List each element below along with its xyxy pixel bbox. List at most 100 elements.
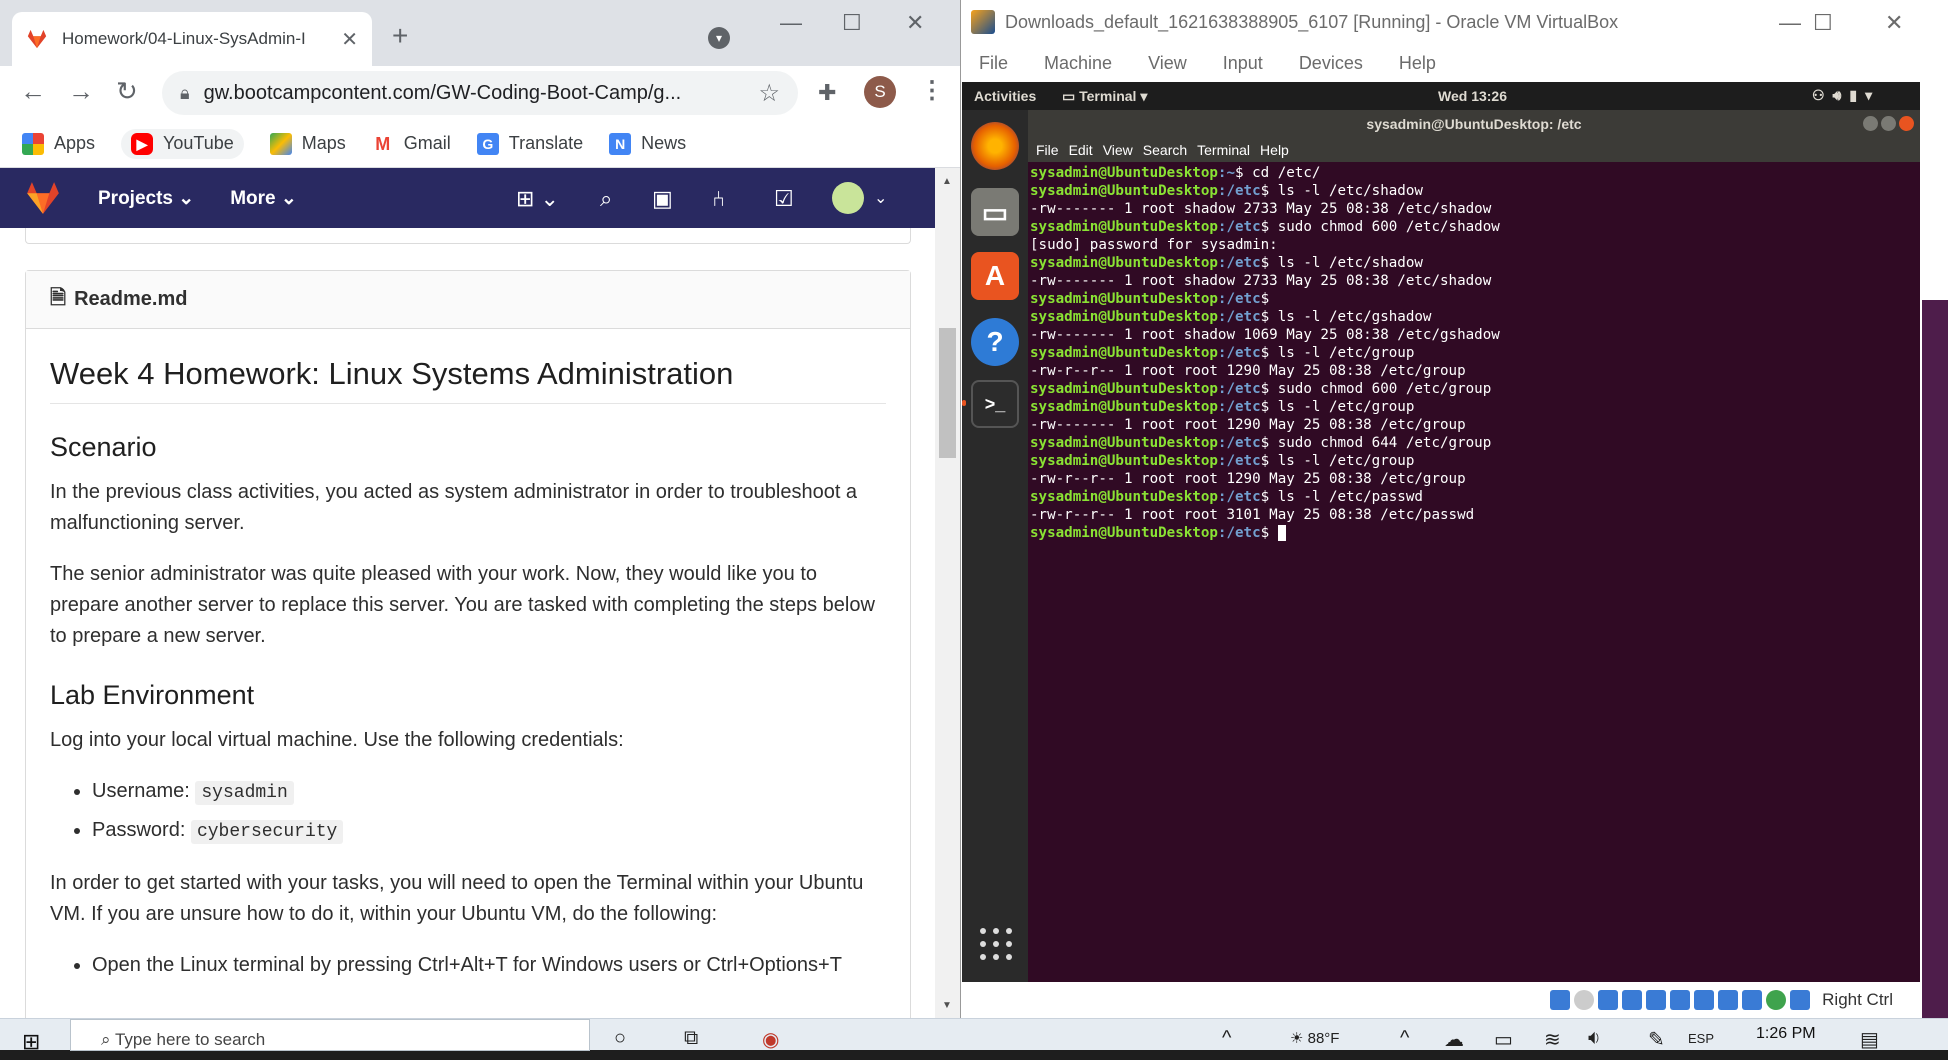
bookmark-youtube[interactable]: ▶ YouTube	[121, 128, 244, 159]
video-capture-icon[interactable]	[1718, 990, 1739, 1010]
address-bar[interactable]: 🔒︎ gw.bootcampcontent.com/GW-Coding-Boot…	[162, 71, 798, 115]
back-icon[interactable]: ←	[20, 76, 46, 107]
scrollbar-thumb[interactable]	[939, 328, 956, 458]
term-menu-file[interactable]: File	[1036, 142, 1059, 158]
merge-requests-icon[interactable]: ⑃	[712, 186, 725, 212]
software-center-icon[interactable]: A	[971, 252, 1019, 300]
forward-icon[interactable]: →	[68, 76, 94, 107]
todos-icon[interactable]: ☑	[774, 186, 794, 212]
language-indicator[interactable]: ESP	[1688, 1031, 1714, 1046]
new-tab-icon[interactable]: +	[392, 20, 408, 52]
menu-view[interactable]: View	[1148, 53, 1187, 74]
term-menu-edit[interactable]: Edit	[1069, 142, 1093, 158]
profile-avatar[interactable]: S	[864, 76, 896, 108]
username-code: sysadmin	[195, 781, 294, 805]
menu-input[interactable]: Input	[1223, 53, 1263, 74]
menu-devices[interactable]: Devices	[1299, 53, 1363, 74]
news-icon: N	[609, 132, 632, 155]
minimize-icon[interactable]	[1863, 116, 1878, 131]
menu-help[interactable]: Help	[1399, 53, 1436, 74]
battery-icon[interactable]: ▭	[1494, 1027, 1513, 1052]
maximize-icon[interactable]	[1881, 116, 1896, 131]
terminal-output[interactable]: sysadmin@UbuntuDesktop:~$ cd /etc/sysadm…	[1028, 162, 1920, 544]
show-hidden-icons[interactable]: ^	[1222, 1027, 1231, 1050]
gitlab-logo-icon[interactable]	[24, 179, 62, 217]
close-window-icon[interactable]: ✕	[1885, 10, 1903, 36]
scroll-up-icon[interactable]: ▲	[942, 176, 952, 187]
maximize-icon[interactable]: ☐	[842, 10, 862, 36]
cortana-icon[interactable]: ○	[614, 1027, 626, 1050]
term-menu-search[interactable]: Search	[1143, 142, 1187, 158]
terminal-window[interactable]: sysadmin@UbuntuDesktop: /etc File Edit V…	[1028, 110, 1920, 982]
clock[interactable]: Wed 13:26	[1438, 88, 1507, 104]
cloud-icon[interactable]: ☁	[1444, 1027, 1464, 1052]
pinned-app-icon[interactable]: ◉	[762, 1027, 779, 1052]
firefox-icon[interactable]	[971, 122, 1019, 170]
scenario-heading: Scenario	[50, 432, 157, 462]
browser-tab[interactable]: Homework/04-Linux-SysAdmin-I ✕	[12, 12, 372, 66]
projects-menu[interactable]: Projects ⌄	[98, 187, 194, 210]
minimize-icon[interactable]: —	[1779, 10, 1801, 36]
optical-drive-icon[interactable]	[1574, 990, 1595, 1010]
taskbar-clock[interactable]: 1:26 PM	[1756, 1025, 1816, 1043]
close-window-icon[interactable]: ✕	[906, 10, 924, 36]
terminal-app-menu[interactable]: ▭ Terminal ▾	[1062, 88, 1147, 105]
volume-icon[interactable]: 🔉︎	[1588, 1027, 1601, 1050]
chevron-up-icon[interactable]: ^	[1400, 1027, 1409, 1050]
tab-close-icon[interactable]: ✕	[341, 27, 358, 52]
shared-folders-icon[interactable]	[1670, 990, 1691, 1010]
menu-file[interactable]: File	[979, 53, 1008, 74]
guest-additions-icon[interactable]	[1766, 990, 1787, 1010]
maximize-icon[interactable]: ☐	[1813, 10, 1833, 36]
credentials-list: Username: sysadmin Password: cybersecuri…	[92, 776, 886, 848]
new-item-icon[interactable]: ⊞ ⌄	[516, 186, 559, 212]
bookmark-maps[interactable]: Maps	[269, 132, 346, 155]
bookmark-gmail[interactable]: M Gmail	[371, 132, 451, 155]
wifi-icon[interactable]: ≋	[1544, 1027, 1561, 1052]
notifications-icon[interactable]: ▤	[1860, 1027, 1879, 1052]
terminal-icon[interactable]: >_	[971, 380, 1019, 428]
extensions-puzzle-icon[interactable]: ✚	[818, 80, 836, 106]
taskbar-search[interactable]: ⌕ Type here to search	[70, 1019, 590, 1051]
terminal-line: sysadmin@UbuntuDesktop:/etc$ sudo chmod …	[1030, 218, 1918, 236]
task-view-icon[interactable]: ⧉	[684, 1027, 698, 1050]
display-icon[interactable]	[1694, 990, 1715, 1010]
term-menu-help[interactable]: Help	[1260, 142, 1289, 158]
paragraph: In order to get started with your tasks,…	[50, 872, 864, 925]
more-menu[interactable]: More ⌄	[230, 187, 297, 210]
reload-icon[interactable]: ↻	[116, 76, 138, 107]
bookmark-translate[interactable]: G Translate	[476, 132, 583, 155]
system-status-icons[interactable]: ⚇🔊︎▮▾	[1812, 87, 1880, 104]
scroll-down-icon[interactable]: ▼	[942, 1000, 952, 1011]
network-icon[interactable]	[1622, 990, 1643, 1010]
search-icon[interactable]: ⌕	[600, 186, 612, 212]
virtualization-icon[interactable]	[1742, 990, 1763, 1010]
chevron-down-icon[interactable]: ⌄	[874, 188, 887, 208]
windows-start-icon[interactable]: ⊞	[22, 1029, 40, 1055]
pen-icon[interactable]: ✎	[1648, 1027, 1665, 1052]
page-scrollbar[interactable]: ▲ ▼	[935, 168, 960, 1018]
weather-widget[interactable]: ☀ 88°F	[1290, 1029, 1339, 1047]
audio-icon[interactable]	[1598, 990, 1619, 1010]
bookmark-news[interactable]: N News	[609, 132, 686, 155]
close-icon[interactable]	[1899, 116, 1914, 131]
term-menu-view[interactable]: View	[1103, 142, 1133, 158]
term-menu-terminal[interactable]: Terminal	[1197, 142, 1250, 158]
minimize-icon[interactable]: —	[780, 10, 802, 36]
tab-search-icon[interactable]: ▾	[708, 27, 730, 49]
user-avatar[interactable]	[832, 182, 864, 214]
help-icon[interactable]: ?	[971, 318, 1019, 366]
mouse-integration-icon[interactable]	[1790, 990, 1811, 1010]
bookmark-apps[interactable]: Apps	[22, 132, 95, 155]
issues-icon[interactable]: ▣	[652, 186, 673, 212]
menu-machine[interactable]: Machine	[1044, 53, 1112, 74]
usb-icon[interactable]	[1646, 990, 1667, 1010]
hard-disk-icon[interactable]	[1550, 990, 1571, 1010]
files-icon[interactable]: ▭	[971, 188, 1019, 236]
chrome-menu-icon[interactable]: ⋮	[920, 76, 944, 105]
show-applications-icon[interactable]	[980, 928, 1012, 960]
activities-button[interactable]: Activities	[974, 88, 1036, 104]
vm-screen[interactable]: Activities ▭ Terminal ▾ Wed 13:26 ⚇🔊︎▮▾ …	[962, 82, 1920, 982]
bookmark-star-icon[interactable]: ☆	[758, 79, 780, 108]
steps-list: Open the Linux terminal by pressing Ctrl…	[92, 950, 886, 981]
